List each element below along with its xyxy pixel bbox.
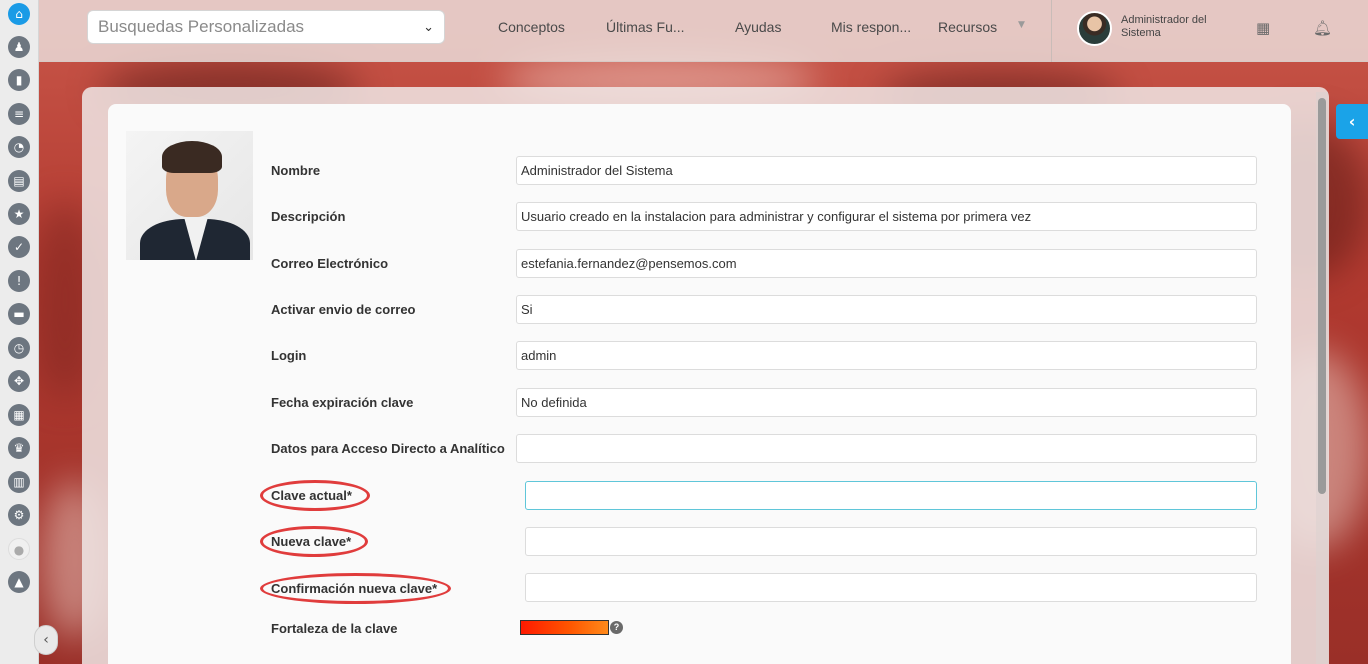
grid-icon[interactable]: ▦ (8, 404, 30, 426)
left-sidebar: ⌂ ♟ ▮ ≡ ◔ ▤ ★ ✓ ! ▬ ◷ ✥ ▦ ♛ ▥ ⚙ ● ▲ (0, 0, 39, 664)
help-icon[interactable]: ? (610, 621, 623, 634)
nav-ultimas-funcionalidades[interactable]: Últimas Fu... (606, 19, 685, 35)
top-bar: Busquedas Personalizadas ⌄ Conceptos Últ… (39, 0, 1368, 62)
clock-icon[interactable]: ◷ (8, 337, 30, 359)
custom-search-select[interactable]: Busquedas Personalizadas ⌄ (87, 10, 445, 44)
custom-search-select-value: Busquedas Personalizadas (98, 17, 305, 36)
label-confirmacion-clave: Confirmación nueva clave* (271, 581, 438, 596)
label-clave-actual: Clave actual* (271, 488, 352, 503)
list-icon[interactable]: ≡ (8, 103, 30, 125)
label-fortaleza: Fortaleza de la clave (271, 621, 398, 636)
book-icon[interactable]: ▥ (8, 471, 30, 493)
activar-envio-field[interactable]: Si (516, 295, 1257, 324)
caret-down-icon[interactable]: ▼ (1018, 20, 1025, 30)
alert-icon[interactable]: ! (8, 270, 30, 292)
check-icon[interactable]: ✓ (8, 236, 30, 258)
nueva-clave-input[interactable] (525, 527, 1257, 556)
confirmacion-clave-input[interactable] (525, 573, 1257, 602)
profile-photo (126, 131, 253, 260)
award-icon[interactable]: ★ (8, 203, 30, 225)
acceso-directo-field[interactable] (516, 434, 1257, 463)
gear-icon[interactable]: ⚙ (8, 504, 30, 526)
right-panel-toggle-button[interactable]: ‹ (1336, 104, 1368, 139)
fecha-expiracion-field[interactable]: No definida (516, 388, 1257, 417)
correo-field[interactable]: estefania.fernandez@pensemos.com (516, 249, 1257, 278)
bar-chart-icon[interactable]: ▮ (8, 69, 30, 91)
label-nombre: Nombre (271, 163, 321, 178)
password-strength-bar (520, 620, 609, 635)
chevron-down-icon: ⌄ (423, 19, 434, 35)
move-icon[interactable]: ✥ (8, 370, 30, 392)
label-activar-envio: Activar envio de correo (271, 302, 416, 317)
nav-recursos[interactable]: Recursos (938, 19, 997, 35)
pie-chart-icon[interactable]: ◔ (8, 136, 30, 158)
label-correo: Correo Electrónico (271, 256, 389, 271)
chess-piece-icon[interactable]: ♟ (8, 36, 30, 58)
bell-icon[interactable]: 🔔︎ (1313, 19, 1332, 37)
label-descripcion: Descripción (271, 209, 346, 224)
label-acceso-directo: Datos para Acceso Directo a Analítico (271, 441, 505, 456)
label-fecha-expiracion: Fecha expiración clave (271, 395, 414, 410)
clave-actual-input[interactable] (525, 481, 1257, 510)
crown-icon[interactable]: ♛ (8, 437, 30, 459)
login-field[interactable]: admin (516, 341, 1257, 370)
monitor-icon[interactable]: ▬ (8, 303, 30, 325)
nombre-field[interactable]: Administrador del Sistema (516, 156, 1257, 185)
label-nueva-clave: Nueva clave* (271, 534, 352, 549)
scrollbar[interactable] (1316, 92, 1328, 664)
document-icon[interactable]: ▤ (8, 170, 30, 192)
nav-conceptos[interactable]: Conceptos (498, 19, 565, 35)
nav-ayudas[interactable]: Ayudas (735, 19, 781, 35)
collapse-sidebar-button[interactable]: ‹ (34, 625, 58, 655)
label-login: Login (271, 348, 307, 363)
nav-mis-responsabilidades[interactable]: Mis respon... (831, 19, 911, 35)
scroll-thumb[interactable] (1318, 98, 1326, 494)
warning-icon[interactable]: ▲ (8, 571, 30, 593)
user-name[interactable]: Administrador del Sistema (1121, 14, 1231, 40)
home-icon[interactable]: ⌂ (8, 3, 30, 25)
calendar-icon[interactable]: ▦ (1256, 19, 1270, 37)
avatar[interactable] (1077, 11, 1112, 46)
descripcion-field[interactable]: Usuario creado en la instalacion para ad… (516, 202, 1257, 231)
lightbulb-icon[interactable]: ● (8, 538, 30, 560)
divider (1051, 0, 1052, 62)
